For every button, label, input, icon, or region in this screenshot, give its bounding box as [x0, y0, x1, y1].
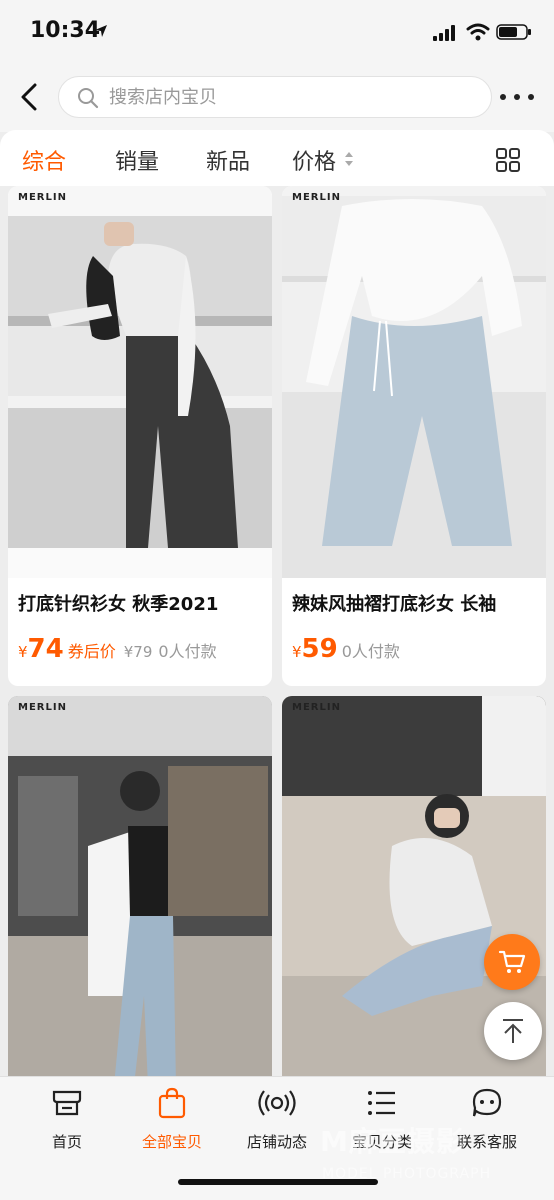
sort-bar: 综合 销量 新品 价格 — [0, 130, 554, 186]
product-photo: MERLIN — [8, 696, 272, 1076]
tab-label: 店铺动态 — [246, 1133, 307, 1151]
watermark: M麻豆摄影 — [320, 1125, 465, 1158]
product-card[interactable]: MERLIN 辣妹风抽褶打底衫女 长袖 ¥ 59 0人付款 — [282, 186, 546, 686]
tab-label: 首页 — [51, 1133, 82, 1151]
product-price: 59 — [301, 634, 338, 664]
status-bar: 10:34 — [0, 0, 554, 62]
brand-logo: MERLIN — [18, 192, 67, 203]
coupon-label: 券后价 — [67, 642, 116, 661]
back-to-top-button[interactable] — [484, 1002, 542, 1060]
wifi-icon — [466, 23, 490, 41]
brand-logo: MERLIN — [292, 702, 341, 713]
bag-icon — [158, 1087, 186, 1119]
paid-count: 0人付款 — [341, 642, 400, 661]
cellular-signal-icon — [433, 25, 455, 41]
grid-view-icon[interactable] — [496, 148, 520, 172]
status-time: 10:34 — [30, 18, 101, 43]
list-icon — [368, 1091, 395, 1115]
product-card[interactable]: MERLIN 打底针织衫女 秋季2021 ¥ 74 券后价 ¥79 0人付款 — [8, 186, 272, 686]
sort-tab-price[interactable]: 价格 — [292, 144, 336, 176]
product-photo: MERLIN — [282, 186, 546, 578]
cart-button[interactable] — [484, 934, 540, 990]
more-options-icon[interactable] — [500, 88, 534, 106]
broadcast-icon — [258, 1090, 296, 1116]
back-arrow-icon[interactable] — [14, 80, 44, 114]
sort-tab-sales[interactable]: 销量 — [115, 144, 159, 176]
brand-logo: MERLIN — [18, 702, 67, 713]
tab-all-items[interactable]: 全部宝贝 — [122, 1085, 222, 1155]
arrow-up-icon — [503, 1019, 523, 1043]
price-row: ¥ 59 0人付款 — [292, 634, 400, 668]
search-box[interactable] — [58, 76, 492, 118]
home-indicator — [178, 1179, 378, 1185]
sort-tab-comprehensive[interactable]: 综合 — [22, 144, 66, 176]
paid-count: 0人付款 — [158, 642, 217, 661]
product-title: 辣妹风抽褶打底衫女 长袖 — [292, 594, 497, 615]
product-photo: MERLIN — [8, 186, 272, 578]
brand-logo: MERLIN — [292, 192, 341, 203]
currency-symbol: ¥ — [292, 643, 302, 661]
search-header — [0, 62, 554, 132]
product-grid: MERLIN 打底针织衫女 秋季2021 ¥ 74 券后价 ¥79 0人付款 M… — [0, 186, 554, 1076]
product-card[interactable]: MERLIN — [8, 696, 272, 1076]
product-title: 打底针织衫女 秋季2021 — [18, 594, 219, 615]
search-input[interactable] — [109, 77, 469, 117]
location-arrow-icon — [95, 25, 107, 37]
currency-symbol: ¥ — [18, 643, 28, 661]
tab-store-updates[interactable]: 店铺动态 — [227, 1085, 327, 1155]
search-icon — [78, 88, 99, 109]
tab-home[interactable]: 首页 — [17, 1085, 117, 1155]
chat-bubble-icon — [472, 1088, 502, 1117]
tab-label: 全部宝贝 — [141, 1133, 202, 1151]
shop-icon — [52, 1090, 82, 1116]
product-price: 74 — [27, 634, 64, 664]
cart-icon — [498, 950, 526, 973]
sort-arrows-icon — [345, 152, 353, 166]
original-price: ¥79 — [123, 643, 153, 661]
sort-tab-new[interactable]: 新品 — [206, 144, 250, 176]
price-row: ¥ 74 券后价 ¥79 0人付款 — [18, 634, 217, 668]
battery-icon — [496, 24, 531, 40]
